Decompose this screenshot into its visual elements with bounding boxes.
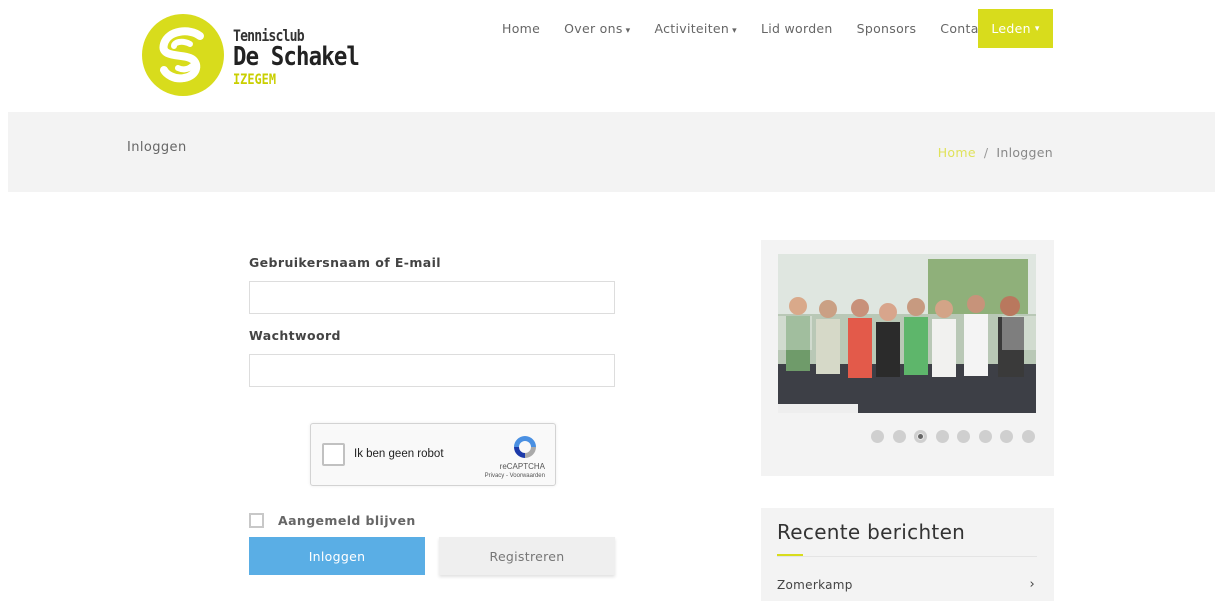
slider-dot[interactable] <box>935 430 949 443</box>
main-nav: Home Over ons ▾ Activiteiten ▾ Lid worden … <box>490 9 1003 48</box>
slider-dot[interactable] <box>978 430 992 443</box>
username-input[interactable] <box>249 281 615 314</box>
nav-label: Lid worden <box>760 21 833 36</box>
logo-line-3: IZEGEM <box>233 72 276 88</box>
chevron-down-icon: ▾ <box>732 26 737 36</box>
photo-slider <box>761 240 1054 476</box>
slider-dot[interactable] <box>871 430 884 443</box>
recent-post-item[interactable]: Zomerkamp › <box>777 577 1037 592</box>
site-logo[interactable]: Tennisclub De Schakel IZEGEM <box>142 14 362 98</box>
breadcrumb-home-link[interactable]: Home <box>938 145 976 160</box>
logo-emblem-icon <box>142 14 224 96</box>
slider-dot[interactable] <box>1000 430 1013 443</box>
remember-checkbox[interactable] <box>249 513 264 528</box>
password-label: Wachtwoord <box>249 328 341 343</box>
recaptcha-label: Ik ben geen robot <box>354 448 444 460</box>
recent-post-label: Zomerkamp <box>777 578 853 592</box>
login-button[interactable]: Inloggen <box>249 537 425 575</box>
nav-item-lid-worden[interactable]: Lid worden <box>761 21 833 36</box>
chevron-down-icon: ▾ <box>625 26 631 36</box>
slider-photo <box>778 254 1036 413</box>
recaptcha-logo-icon <box>511 433 539 465</box>
chevron-down-icon: ▾ <box>1034 23 1040 34</box>
page-title: Inloggen <box>127 140 187 155</box>
nav-label: Leden <box>991 21 1031 36</box>
nav-label: Sponsors <box>856 21 917 36</box>
breadcrumb: Home / Inloggen <box>938 145 1053 160</box>
site-header: Tennisclub De Schakel IZEGEM Home Over o… <box>0 0 1215 112</box>
nav-label: Home <box>502 21 541 36</box>
chevron-right-icon: › <box>1029 577 1035 592</box>
recent-posts-widget: Recente berichten Zomerkamp › <box>761 508 1054 601</box>
breadcrumb-current: Inloggen <box>996 145 1053 160</box>
recaptcha-checkbox[interactable] <box>322 443 345 466</box>
slider-dot[interactable] <box>892 430 906 443</box>
slider-dots <box>871 430 1043 443</box>
nav-label: Over ons <box>564 21 623 36</box>
password-input[interactable] <box>249 354 615 387</box>
nav-item-leden[interactable]: Leden ▾ <box>978 9 1053 48</box>
divider <box>777 556 1037 557</box>
recaptcha-brand: reCAPTCHA <box>499 462 545 471</box>
register-button[interactable]: Registreren <box>439 537 615 575</box>
logo-line-2: De Schakel <box>233 42 360 72</box>
title-accent-underline <box>777 554 803 556</box>
page-banner: Inloggen Home / Inloggen <box>8 112 1215 192</box>
slider-dot[interactable] <box>1021 430 1035 443</box>
recent-posts-title: Recente berichten <box>777 520 966 544</box>
remember-label: Aangemeld blijven <box>278 513 416 528</box>
breadcrumb-separator: / <box>983 145 989 160</box>
nav-item-sponsors[interactable]: Sponsors <box>857 21 917 36</box>
nav-item-activiteiten[interactable]: Activiteiten ▾ <box>654 21 736 36</box>
recaptcha-widget: Ik ben geen robot reCAPTCHA Privacy - Vo… <box>310 423 556 486</box>
nav-item-over-ons[interactable]: Over ons ▾ <box>564 21 630 36</box>
nav-label: Activiteiten <box>654 21 730 36</box>
slider-dot[interactable] <box>957 430 970 443</box>
slider-dot-active[interactable] <box>914 430 927 443</box>
remember-me[interactable]: Aangemeld blijven <box>249 513 416 528</box>
username-label: Gebruikersnaam of E-mail <box>249 255 441 270</box>
recaptcha-links[interactable]: Privacy - Voorwaarden <box>485 473 545 479</box>
nav-item-home[interactable]: Home <box>502 21 540 36</box>
